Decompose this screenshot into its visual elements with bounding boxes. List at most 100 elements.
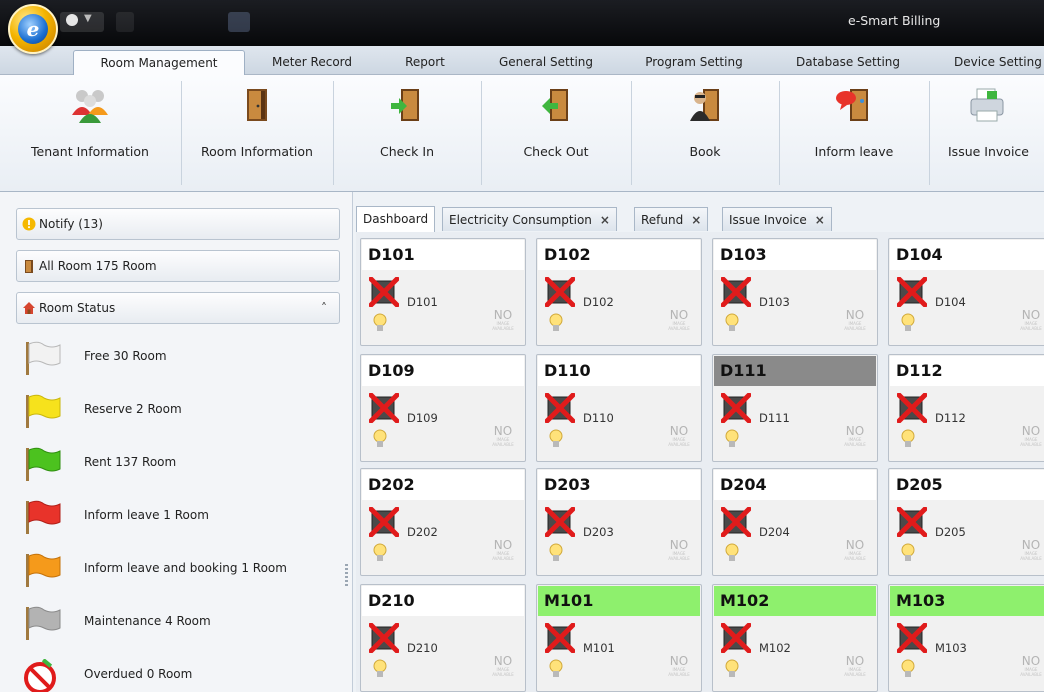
meter-offline-icon [545,393,575,423]
status-free[interactable]: Free 30 Room [22,337,332,377]
status-overdued[interactable]: Overdued 0 Room [22,655,332,692]
no-image-text: NO [845,538,865,552]
room-card[interactable]: D204 D204 NO IMAGE AVAILABLE [712,468,878,576]
status-label: Maintenance 4 Room [84,614,211,628]
quick-access-icon[interactable] [66,14,78,26]
room-card[interactable]: D102 D102 NO IMAGE AVAILABLE [536,238,702,346]
no-image-placeholder: NO IMAGE AVAILABLE [1019,309,1043,335]
no-image-placeholder: NO IMAGE AVAILABLE [1019,655,1043,681]
ribbon-button-label: Inform leave [814,144,894,159]
tab-device-setting[interactable]: Device Setting [938,50,1044,74]
all-room-button[interactable]: All Room 175 Room [16,250,340,282]
no-image-text: NO [669,308,689,322]
house-icon [23,302,35,314]
no-image-text: NO [845,308,865,322]
document-tabs: Dashboard Electricity Consumption × Refun… [356,205,1044,234]
light-bulb-icon [901,429,915,447]
printer-icon [970,88,1004,122]
room-card[interactable]: D205 D205 NO IMAGE AVAILABLE [888,468,1044,576]
door-arrow-in-icon [391,89,419,121]
tab-room-management[interactable]: Room Management [73,50,245,76]
app-logo-icon: e [18,14,48,44]
all-room-label: All Room 175 Room [39,259,157,273]
status-reserve[interactable]: Reserve 2 Room [22,390,332,430]
meter-offline-icon [721,507,751,537]
room-card[interactable]: D103 D103 NO IMAGE AVAILABLE [712,238,878,346]
tab-electricity-consumption[interactable]: Electricity Consumption × [442,207,617,231]
no-image-caption: IMAGE AVAILABLE [844,667,866,677]
close-icon[interactable]: × [691,213,701,227]
no-image-caption: IMAGE AVAILABLE [668,437,690,447]
light-bulb-icon [901,659,915,677]
no-image-caption: IMAGE AVAILABLE [1020,551,1042,561]
no-image-text: NO [493,308,513,322]
tab-report[interactable]: Report [380,50,470,74]
tab-dashboard[interactable]: Dashboard [356,206,436,232]
no-image-text: NO [1021,308,1041,322]
room-status-header[interactable]: Room Status ˄ [16,292,340,324]
status-rent[interactable]: Rent 137 Room [22,443,332,483]
room-code: D210 [407,641,438,655]
light-bulb-icon [549,659,563,677]
ribbon-button-label: Book [689,144,721,159]
status-label: Overdued 0 Room [84,667,193,681]
room-code: D112 [935,411,966,425]
meter-offline-icon [369,393,399,423]
room-card[interactable]: D101 D101 NO IMAGE AVAILABLE [360,238,526,346]
no-image-text: NO [493,424,513,438]
no-image-text: NO [669,538,689,552]
room-card[interactable]: D112 D112 NO IMAGE AVAILABLE [888,354,1044,462]
tab-general-setting[interactable]: General Setting [484,50,608,74]
issue-invoice-button[interactable]: Issue Invoice [930,75,1044,191]
application-menu-button[interactable]: e [8,4,58,54]
no-image-text: NO [669,424,689,438]
room-card[interactable]: D104 D104 NO IMAGE AVAILABLE [888,238,1044,346]
room-card[interactable]: D109 D109 NO IMAGE AVAILABLE [360,354,526,462]
status-inform-leave-booking[interactable]: Inform leave and booking 1 Room [22,549,332,589]
meter-offline-icon [897,507,927,537]
no-image-text: NO [1021,424,1041,438]
room-code: D205 [935,525,966,539]
chevron-up-icon[interactable]: ˄ [321,293,327,323]
tenant-information-button[interactable]: Tenant Information [0,75,180,191]
close-icon[interactable]: × [815,213,825,227]
quick-access-button-2[interactable] [228,12,250,32]
close-icon[interactable]: × [600,213,610,227]
splitter-grip[interactable] [345,564,348,586]
status-maintenance[interactable]: Maintenance 4 Room [22,602,332,642]
ribbon-button-label: Tenant Information [31,144,149,159]
room-card[interactable]: M102 M102 NO IMAGE AVAILABLE [712,584,878,692]
room-card[interactable]: D110 D110 NO IMAGE AVAILABLE [536,354,702,462]
ribbon-button-label: Issue Invoice [948,144,1029,159]
room-card[interactable]: M103 M103 NO IMAGE AVAILABLE [888,584,1044,692]
quick-access-button[interactable] [116,12,134,32]
ribbon: Tenant Information Room Information Chec… [0,75,1044,192]
room-card[interactable]: D210 D210 NO IMAGE AVAILABLE [360,584,526,692]
check-out-button[interactable]: Check Out [482,75,630,191]
door-small-icon [25,260,33,273]
no-image-placeholder: NO IMAGE AVAILABLE [491,655,515,681]
inform-leave-button[interactable]: Inform leave [780,75,928,191]
room-card[interactable]: D202 D202 NO IMAGE AVAILABLE [360,468,526,576]
room-card[interactable]: D111 D111 NO IMAGE AVAILABLE [712,354,878,462]
light-bulb-icon [901,543,915,561]
meter-offline-icon [721,393,751,423]
book-button[interactable]: Book [632,75,778,191]
no-image-caption: IMAGE AVAILABLE [492,667,514,677]
no-image-text: NO [1021,654,1041,668]
tab-meter-record[interactable]: Meter Record [252,50,372,74]
tab-refund[interactable]: Refund × [634,207,709,231]
chevron-down-icon[interactable]: ▼ [84,13,92,24]
room-card[interactable]: M101 M101 NO IMAGE AVAILABLE [536,584,702,692]
meter-offline-icon [545,507,575,537]
tab-program-setting[interactable]: Program Setting [630,50,758,74]
no-image-placeholder: NO IMAGE AVAILABLE [1019,425,1043,451]
status-inform-leave[interactable]: Inform leave 1 Room [22,496,332,536]
notify-button[interactable]: Notify (13) [16,208,340,240]
room-card[interactable]: D203 D203 NO IMAGE AVAILABLE [536,468,702,576]
check-in-button[interactable]: Check In [334,75,480,191]
tab-issue-invoice[interactable]: Issue Invoice × [722,207,832,231]
no-image-text: NO [845,424,865,438]
tab-database-setting[interactable]: Database Setting [780,50,916,74]
room-information-button[interactable]: Room Information [182,75,332,191]
